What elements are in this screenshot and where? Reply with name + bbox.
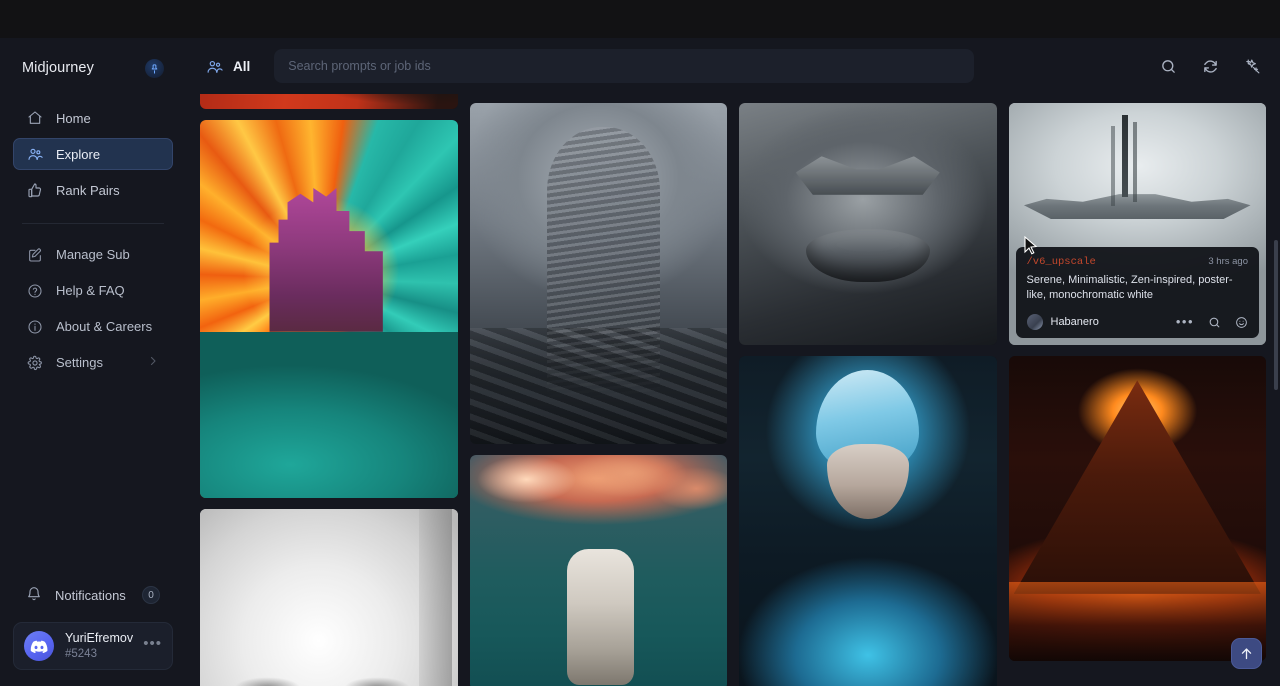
profile-username: YuriEfremov	[65, 631, 132, 647]
artwork-image	[470, 455, 728, 686]
gallery-tile-underwater-astronaut-diver[interactable]	[470, 455, 728, 686]
sidebar-item-label: Manage Sub	[56, 247, 130, 262]
job-timestamp: 3 hrs ago	[1208, 256, 1248, 267]
topbar: All	[186, 38, 1280, 94]
job-command-tag[interactable]: /v6_upscale	[1027, 256, 1096, 268]
topbar-actions	[1134, 56, 1262, 76]
filter-all-button[interactable]: All	[200, 52, 260, 81]
gallery-tile-carved-stone-face[interactable]	[739, 103, 997, 345]
user-profile-card[interactable]: YuriEfremov #5243 •••	[13, 622, 173, 670]
sidebar-item-label: Rank Pairs	[56, 183, 120, 198]
sidebar-item-label: Settings	[56, 355, 103, 370]
notifications-row[interactable]: Notifications 0	[13, 578, 173, 612]
emoji-smile-icon[interactable]	[1235, 316, 1248, 329]
discord-icon	[24, 631, 54, 661]
brand-header: Midjourney	[13, 38, 173, 98]
artwork-image	[739, 356, 997, 686]
sidebar-item-home[interactable]: Home	[13, 102, 173, 134]
job-hover-card: /v6_upscale 3 hrs ago Serene, Minimalist…	[1016, 247, 1260, 338]
avatar	[1027, 314, 1043, 330]
sidebar: Midjourney Home	[0, 38, 186, 686]
artwork-image	[470, 103, 728, 444]
app-shell: Midjourney Home	[0, 38, 1280, 686]
scroll-to-top-button[interactable]	[1231, 638, 1262, 669]
artwork-image	[200, 94, 458, 109]
question-circle-icon	[27, 283, 43, 299]
profile-text: YuriEfremov #5243	[65, 631, 132, 661]
gallery-tile-grey-shrouded-figure[interactable]	[470, 103, 728, 444]
vertical-scrollbar-thumb[interactable]	[1274, 240, 1278, 390]
gear-icon	[27, 355, 43, 371]
sidebar-spacer	[13, 382, 173, 578]
sidebar-item-label: Help & FAQ	[56, 283, 125, 298]
artwork-image	[739, 103, 997, 345]
sidebar-item-settings[interactable]: Settings	[13, 346, 173, 379]
chevron-right-icon	[147, 355, 159, 370]
main-content: All	[186, 38, 1280, 686]
gallery-column	[200, 94, 458, 686]
image-gallery: /v6_upscale 3 hrs ago Serene, Minimalist…	[186, 94, 1280, 686]
search-bar[interactable]	[274, 49, 974, 83]
gallery-column	[470, 103, 728, 686]
search-input[interactable]	[288, 59, 960, 73]
artwork-image	[200, 509, 458, 686]
sidebar-item-label: Home	[56, 111, 91, 126]
edit-square-icon	[27, 247, 43, 263]
refresh-icon[interactable]	[1200, 56, 1220, 76]
midjourney-app-window: Midjourney Home	[0, 0, 1280, 686]
sidebar-item-manage-sub[interactable]: Manage Sub	[13, 238, 173, 271]
primary-nav: Home Explore	[13, 102, 173, 210]
home-icon	[27, 110, 43, 126]
more-options-button[interactable]: •••	[1176, 318, 1194, 326]
explore-people-icon	[27, 146, 43, 162]
gallery-column: /v6_upscale 3 hrs ago Serene, Minimalist…	[1009, 103, 1267, 686]
notifications-count-badge: 0	[142, 586, 160, 604]
search-icon[interactable]	[1208, 316, 1221, 329]
search-icon[interactable]	[1158, 56, 1178, 76]
gallery-tile-blue-android-robot-woman[interactable]	[739, 356, 997, 686]
sidebar-item-label: About & Careers	[56, 319, 152, 334]
gallery-tile-white-stone-head-sculpture[interactable]	[200, 509, 458, 686]
masonry-columns: /v6_upscale 3 hrs ago Serene, Minimalist…	[200, 94, 1266, 686]
sidebar-item-help-faq[interactable]: Help & FAQ	[13, 274, 173, 307]
hover-card-footer: Habanero •••	[1027, 314, 1249, 330]
filter-all-label: All	[233, 59, 250, 74]
explore-people-icon	[206, 58, 223, 75]
gallery-tile-orange-canyon-castle-rider[interactable]	[200, 120, 458, 498]
gallery-tile-red-street-scene[interactable]	[200, 94, 458, 109]
gallery-tile-burning-pyramid-apocalypse[interactable]	[1009, 356, 1267, 661]
hover-card-header: /v6_upscale 3 hrs ago	[1027, 256, 1249, 268]
gallery-tile-zen-monochrome-island-tree[interactable]: /v6_upscale 3 hrs ago Serene, Minimalist…	[1009, 103, 1267, 345]
bell-icon	[26, 586, 42, 605]
artwork-image	[1009, 356, 1267, 661]
hover-card-actions: •••	[1176, 316, 1248, 329]
notifications-label: Notifications	[55, 588, 126, 603]
pin-icon[interactable]	[145, 59, 164, 78]
sidebar-item-label: Explore	[56, 147, 100, 162]
info-circle-icon	[27, 319, 43, 335]
job-author-name[interactable]: Habanero	[1051, 316, 1099, 328]
secondary-nav: Manage Sub Help & FAQ	[13, 238, 173, 382]
sidebar-item-about-careers[interactable]: About & Careers	[13, 310, 173, 343]
sidebar-item-explore[interactable]: Explore	[13, 138, 173, 170]
thumbs-up-icon	[27, 182, 43, 198]
profile-more-button[interactable]: •••	[143, 635, 162, 657]
gallery-column	[739, 103, 997, 686]
window-chrome-bar	[0, 0, 1280, 38]
brand-title: Midjourney	[22, 60, 94, 76]
magic-wand-icon[interactable]	[1242, 56, 1262, 76]
artwork-image	[200, 120, 458, 498]
sidebar-item-rank-pairs[interactable]: Rank Pairs	[13, 174, 173, 206]
profile-discriminator: #5243	[65, 647, 132, 661]
sidebar-divider	[22, 223, 164, 224]
job-prompt-text: Serene, Minimalistic, Zen-inspired, post…	[1027, 273, 1249, 304]
